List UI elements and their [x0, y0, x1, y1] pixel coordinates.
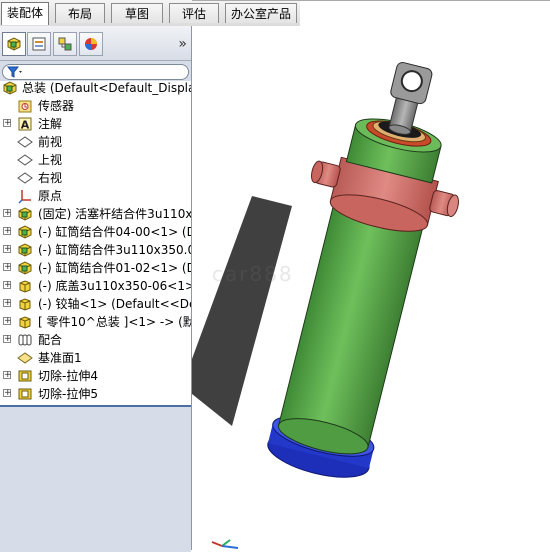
- expand-toggle[interactable]: +: [3, 119, 12, 128]
- cut-extrude-icon: [18, 370, 32, 382]
- tree-item-label: 注解: [38, 117, 63, 131]
- tree-item-label: [ 零件10^总装 ]<1> -> (默: [38, 315, 191, 329]
- sensor-icon: [18, 100, 32, 113]
- expand-toggle[interactable]: +: [3, 317, 12, 326]
- tree-item-label: (-) 缸筒结合件04-00<1> (D: [38, 225, 191, 239]
- expand-toggle[interactable]: +: [3, 209, 12, 218]
- tree-item-label: 前视: [38, 135, 63, 149]
- property-icon: [32, 37, 46, 51]
- pane-expand-button[interactable]: »: [178, 36, 187, 52]
- cylinder-model: [192, 62, 459, 549]
- tree-item-label: 切除-拉伸4: [38, 369, 98, 383]
- tab-office-products[interactable]: 办公室产品: [225, 3, 297, 23]
- graphics-top-border: [192, 0, 550, 1]
- origin-icon: [18, 190, 31, 204]
- funnel-icon: [7, 66, 22, 78]
- expand-toggle[interactable]: +: [3, 245, 12, 254]
- mates-icon: [18, 334, 32, 346]
- plane-icon: [17, 352, 33, 364]
- shadow: [192, 196, 292, 426]
- assembly-icon: [3, 81, 17, 95]
- command-manager-tabs: 装配体 布局 草图 评估 办公室产品: [0, 0, 300, 27]
- expand-toggle[interactable]: +: [3, 335, 12, 344]
- expand-toggle[interactable]: +: [3, 299, 12, 308]
- feature-manager-pane: » 总装 (Default<Default_Display 传感器 + A 注解…: [0, 26, 192, 552]
- assembly-icon: [7, 37, 21, 51]
- annotation-icon: A: [18, 117, 32, 132]
- tree-item-label: (-) 底盖3u110x350-06<1>: [38, 279, 191, 293]
- virtual-part-icon: [19, 316, 31, 329]
- tree-item-label: 原点: [38, 189, 63, 203]
- axis-triad: [211, 539, 239, 549]
- feature-tree-empty-area: [0, 405, 191, 552]
- configuration-icon: [58, 37, 72, 51]
- part-icon: [19, 298, 31, 311]
- watermark-text: car888: [212, 262, 294, 286]
- expand-toggle[interactable]: +: [3, 227, 12, 236]
- tree-root-label: 总装 (Default<Default_Display: [22, 81, 191, 95]
- tree-item-label: (-) 铰轴<1> (Default<<Def: [38, 297, 191, 311]
- tree-item-label: 切除-拉伸5: [38, 387, 98, 401]
- tree-item-label: 传感器: [38, 99, 75, 113]
- plane-icon: [17, 172, 33, 184]
- subassembly-icon: [18, 261, 32, 275]
- part-icon: [19, 280, 31, 293]
- tree-item-label: 配合: [38, 333, 63, 347]
- configuration-manager-tab[interactable]: [53, 32, 77, 56]
- tab-evaluate[interactable]: 评估: [169, 3, 219, 23]
- filter-bar[interactable]: [2, 64, 189, 80]
- expand-toggle[interactable]: +: [3, 281, 12, 290]
- display-manager-tab[interactable]: [79, 32, 103, 56]
- property-manager-tab[interactable]: [27, 32, 51, 56]
- plane-icon: [17, 154, 33, 166]
- tree-item-label: (-) 缸筒结合件3u110x350.0: [38, 243, 191, 257]
- subassembly-icon: [18, 243, 32, 257]
- pane-tabs: »: [0, 26, 191, 61]
- graphics-area[interactable]: car888: [192, 26, 550, 550]
- tree-item-label: (-) 缸筒结合件01-02<1> (D: [38, 261, 191, 275]
- plane-icon: [17, 136, 33, 148]
- subassembly-icon: [18, 207, 32, 221]
- tree-item-label: 上视: [38, 153, 63, 167]
- expand-toggle[interactable]: +: [3, 263, 12, 272]
- tab-layout[interactable]: 布局: [55, 3, 105, 23]
- tree-item-label: 基准面1: [38, 351, 82, 365]
- appearance-icon: [85, 38, 97, 50]
- svg-text:A: A: [21, 119, 30, 132]
- expand-toggle[interactable]: +: [3, 371, 12, 380]
- tab-sketch[interactable]: 草图: [111, 3, 163, 23]
- cut-extrude-icon: [18, 388, 32, 400]
- expand-toggle[interactable]: +: [3, 389, 12, 398]
- tree-item-label: 右视: [38, 171, 63, 185]
- tree-item-label: (固定) 活塞杆结合件3u110x3: [38, 207, 191, 221]
- subassembly-icon: [18, 225, 32, 239]
- tab-assembly[interactable]: 装配体: [1, 2, 49, 25]
- feature-tree: 总装 (Default<Default_Display 传感器 + A 注解 前…: [0, 81, 191, 405]
- feature-manager-tab[interactable]: [2, 32, 26, 56]
